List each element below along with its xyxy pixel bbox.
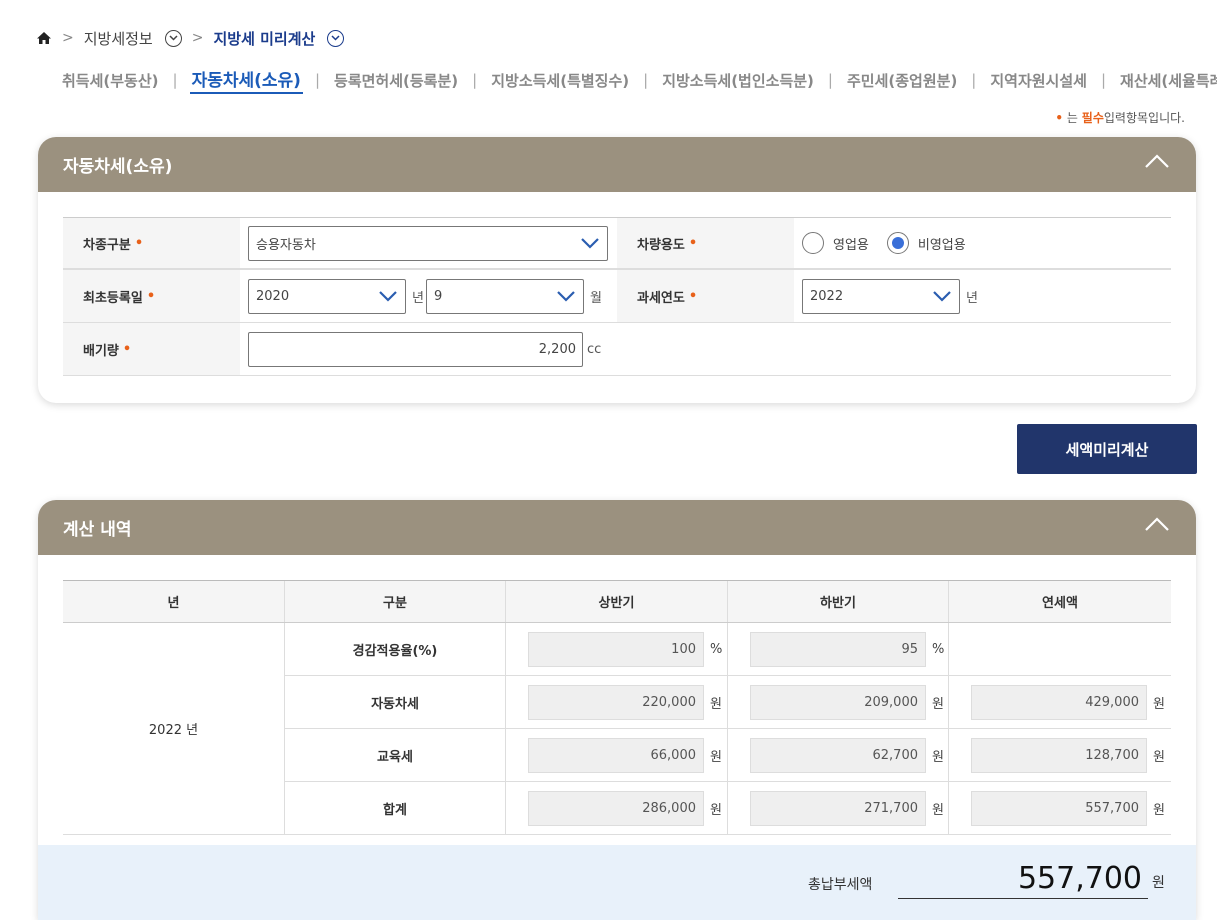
tax-tabs: 취득세(부동산) | 자동차세(소유) | 등록면허세(등록분) | 지방소득세… [60,66,1217,94]
field-label-displacement: 배기량 • [63,323,240,375]
chevron-down-icon [933,290,951,302]
chevron-down-circle-icon[interactable] [164,29,182,47]
tab-local-income-corporate[interactable]: 지방소득세(법인소득분) [660,70,816,91]
collapse-chevron-up-icon[interactable] [1144,516,1170,537]
chevron-down-icon [581,237,599,249]
tab-divider: | [172,71,178,89]
table-row: 경감적용율(%) 100 % 95 % [285,623,1171,676]
tab-divider: | [827,71,833,89]
required-note: • 는 필수입력항목입니다. [1055,111,1185,125]
home-icon[interactable] [36,30,52,46]
tab-divider: | [472,71,478,89]
chevron-down-icon [379,290,397,302]
breadcrumb-separator-icon: > [191,30,204,46]
chevron-down-icon [557,290,575,302]
tab-registration-tax[interactable]: 등록면허세(등록분) [332,70,460,91]
tab-divider: | [314,71,321,89]
vehicle-type-select[interactable]: 승용자동차 [248,225,608,261]
tab-regional-resource-tax[interactable]: 지역자원시설세 [988,70,1089,91]
radio-non-commercial[interactable]: 비영업용 [886,232,966,254]
total-tax-bar: 총납부세액 557,700 원 [38,845,1196,920]
annual-empty-cell [949,623,1171,675]
table-row: 합계 286,000 원 271,700 원 557,700 원 [285,782,1171,835]
result-table: 년 구분 상반기 하반기 연세액 2022 년 경감적용율(%) 100 % 9… [63,580,1171,835]
column-header: 년 [63,581,285,622]
field-label-vehicle-use: 차량용도 • [617,218,794,268]
first-half-value: 100 [528,631,704,667]
annual-value: 128,700 [971,737,1147,773]
table-row: 자동차세 220,000 원 209,000 원 429,000 원 [285,676,1171,729]
first-half-value: 220,000 [528,684,704,720]
second-half-value: 95 [750,631,926,667]
first-half-value: 286,000 [528,790,704,826]
tab-divider: | [643,71,649,89]
row-label: 자동차세 [285,676,506,728]
field-label-tax-year: 과세연도 • [617,270,794,322]
row-label: 경감적용율(%) [285,623,506,675]
radio-commercial[interactable]: 영업용 [802,232,869,254]
vehicle-tax-form-panel: 자동차세(소유) 차종구분 • 승용자동차 차량용도 • 영업용 비영업용 최초… [38,137,1196,403]
registration-month-select[interactable]: 9 [425,278,584,314]
tab-divider: | [971,71,977,89]
tab-vehicle-tax[interactable]: 자동차세(소유) [189,66,303,94]
second-half-value: 62,700 [750,737,926,773]
calculation-result-panel: 계산 내역 년 구분 상반기 하반기 연세액 2022 년 경감적용율(%) 1… [38,500,1196,920]
row-label: 교육세 [285,729,506,781]
breadcrumb: > 지방세정보 > 지방세 미리계산 [36,27,345,49]
collapse-chevron-up-icon[interactable] [1144,153,1170,174]
panel-header: 자동차세(소유) [38,137,1196,192]
year-cell: 2022 년 [63,623,285,835]
form-row: 최초등록일 • 2020 년 9 월 과세연도 • 2022 년 [63,270,1171,323]
panel-header: 계산 내역 [38,500,1196,555]
panel-title: 자동차세(소유) [63,157,173,177]
tab-resident-tax[interactable]: 주민세(종업원분) [845,70,959,91]
total-tax-unit: 원 [1152,875,1165,891]
tax-year-select[interactable]: 2022 [802,278,960,314]
second-half-value: 271,700 [750,790,926,826]
field-label-first-registration: 최초등록일 • [63,270,240,322]
annual-value: 557,700 [971,790,1147,826]
tab-divider: | [1100,71,1107,89]
column-header: 하반기 [728,581,949,622]
column-header: 연세액 [1042,596,1078,611]
breadcrumb-separator-icon: > [62,30,74,46]
first-half-value: 66,000 [528,737,704,773]
displacement-input[interactable]: 2,200 [248,331,583,367]
tab-property-tax[interactable]: 재산세(세율특례) [1118,70,1217,91]
form-row: 배기량 • 2,200 cc [63,323,1171,376]
radio-circle-selected[interactable] [886,232,909,254]
column-header: 상반기 [506,581,728,622]
radio-circle[interactable] [802,232,824,254]
chevron-down-circle-icon[interactable] [327,29,345,47]
row-label: 합계 [285,782,506,834]
total-tax-label: 총납부세액 [808,877,873,893]
column-header: 구분 [285,581,506,622]
annual-value: 429,000 [971,684,1147,720]
field-label-vehicle-type: 차종구분 • [63,218,240,268]
calculate-tax-button[interactable]: 세액미리계산 [1017,424,1197,474]
tab-acquisition-tax[interactable]: 취득세(부동산) [60,70,161,91]
breadcrumb-level1[interactable]: 지방세정보 [84,28,153,49]
panel-title: 계산 내역 [63,520,132,540]
table-row: 교육세 66,000 원 62,700 원 128,700 원 [285,729,1171,782]
tab-local-income-withholding[interactable]: 지방소득세(특별징수) [489,70,631,91]
form-row: 차종구분 • 승용자동차 차량용도 • 영업용 비영업용 [63,217,1171,270]
second-half-value: 209,000 [750,684,926,720]
breadcrumb-level2[interactable]: 지방세 미리계산 [213,28,315,49]
form-grid: 차종구분 • 승용자동차 차량용도 • 영업용 비영업용 최초등록일 • 202… [63,217,1171,376]
total-tax-value: 557,700 [898,859,1148,899]
registration-year-select[interactable]: 2020 [248,278,406,314]
table-header: 년 구분 상반기 하반기 연세액 [63,580,1171,623]
